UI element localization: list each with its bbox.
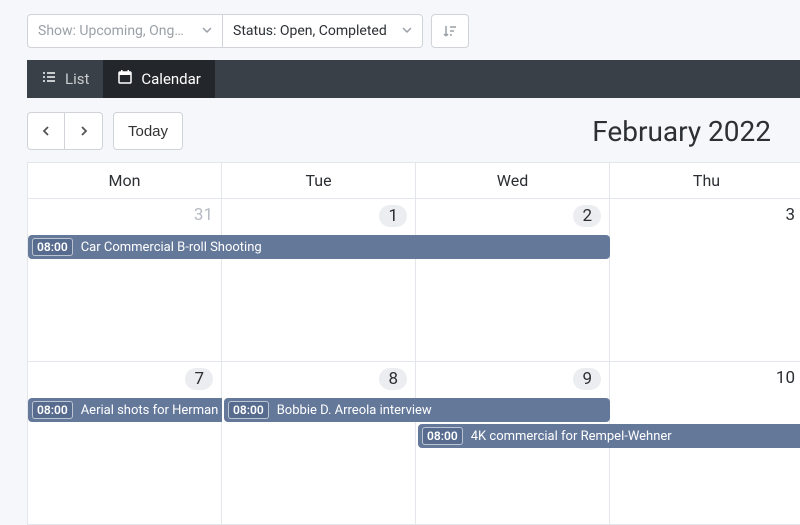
day-number: 10 xyxy=(776,368,795,388)
event-title: Aerial shots for Herman LL xyxy=(81,403,222,418)
prev-button[interactable] xyxy=(27,112,65,150)
day-number: 31 xyxy=(194,205,213,225)
calendar-event[interactable]: 08:00 Aerial shots for Herman LL xyxy=(28,398,222,422)
event-title: 4K commercial for Rempel-Wehner xyxy=(471,429,672,444)
event-title: Bobbie D. Arreola interview xyxy=(277,403,432,418)
filter-show-select[interactable]: Show: Upcoming, Ong… xyxy=(27,14,223,48)
next-button[interactable] xyxy=(65,112,103,150)
dow-header: Wed xyxy=(416,163,610,199)
filter-status-select[interactable]: Status: Open, Completed xyxy=(223,14,423,48)
tab-list-label: List xyxy=(65,70,89,88)
calendar-week: 7 8 9 10 08:00 Aerial shots for Herman L… xyxy=(28,362,800,525)
calendar-day[interactable]: 31 xyxy=(28,199,222,362)
calendar-day[interactable]: 2 xyxy=(416,199,610,362)
calendar-day[interactable]: 7 xyxy=(28,362,222,525)
day-number: 9 xyxy=(573,368,601,390)
event-title: Car Commercial B-roll Shooting xyxy=(81,240,262,255)
caret-down-icon xyxy=(202,23,212,39)
calendar-icon xyxy=(117,69,133,89)
day-number: 7 xyxy=(185,368,213,390)
sort-button[interactable] xyxy=(431,14,469,48)
tab-list[interactable]: List xyxy=(27,60,103,98)
event-time: 08:00 xyxy=(32,238,73,256)
dow-header: Mon xyxy=(28,163,222,199)
filter-status-label: Status: Open, Completed xyxy=(233,23,394,39)
today-button[interactable]: Today xyxy=(113,112,183,150)
day-number: 2 xyxy=(573,205,601,227)
calendar-grid: Mon Tue Wed Thu 31 1 2 3 08:00 Car Comme… xyxy=(27,162,800,525)
calendar-event[interactable]: 08:00 Bobbie D. Arreola interview xyxy=(224,398,610,422)
calendar-week: 31 1 2 3 08:00 Car Commercial B-roll Sho… xyxy=(28,199,800,362)
dow-header: Tue xyxy=(222,163,416,199)
calendar-event[interactable]: 08:00 4K commercial for Rempel-Wehner xyxy=(418,424,800,448)
day-number: 3 xyxy=(785,205,795,225)
event-time: 08:00 xyxy=(32,401,73,419)
month-title: February 2022 xyxy=(592,115,773,148)
dow-header: Thu xyxy=(610,163,800,199)
calendar-event[interactable]: 08:00 Car Commercial B-roll Shooting xyxy=(28,235,610,259)
event-time: 08:00 xyxy=(228,401,269,419)
filter-show-label: Show: Upcoming, Ong… xyxy=(38,23,194,39)
calendar-day[interactable]: 1 xyxy=(222,199,416,362)
event-time: 08:00 xyxy=(422,427,463,445)
tab-calendar[interactable]: Calendar xyxy=(103,60,215,98)
view-tabs: List Calendar xyxy=(27,60,800,98)
calendar-day[interactable]: 3 xyxy=(610,199,800,362)
list-icon xyxy=(41,69,57,89)
day-number: 1 xyxy=(379,205,407,227)
day-number: 8 xyxy=(379,368,407,390)
caret-down-icon xyxy=(402,23,412,39)
calendar-day[interactable]: 8 xyxy=(222,362,416,525)
tab-calendar-label: Calendar xyxy=(141,70,201,88)
